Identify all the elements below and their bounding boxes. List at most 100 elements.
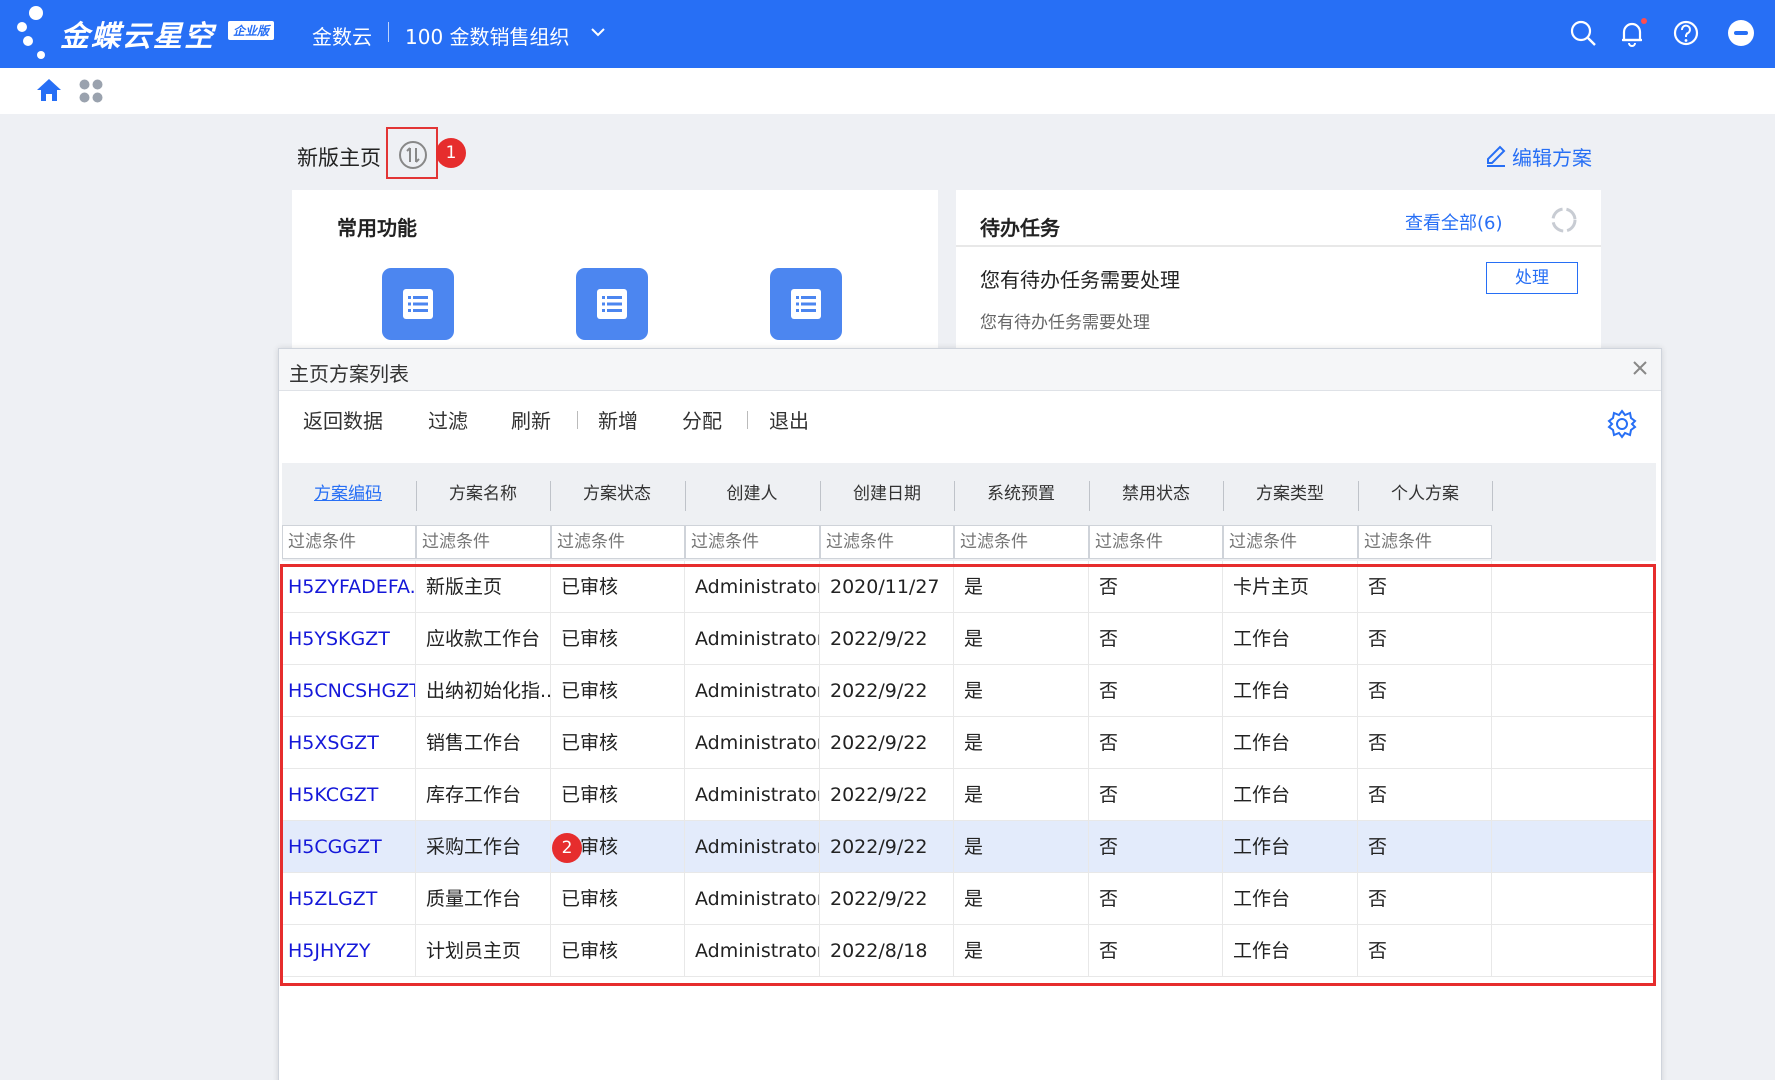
- help-icon[interactable]: [1671, 18, 1701, 48]
- column-header-disabled[interactable]: 禁用状态: [1089, 463, 1223, 523]
- chevron-down-icon[interactable]: [590, 26, 606, 38]
- cell-name[interactable]: 计划员主页: [416, 925, 551, 977]
- cell-code[interactable]: H5KCGZT: [282, 769, 416, 821]
- apps-grid-icon[interactable]: [78, 78, 104, 104]
- cell-type[interactable]: 工作台: [1223, 873, 1358, 925]
- column-header-name[interactable]: 方案名称: [416, 463, 550, 523]
- table-row[interactable]: H5ZYFADEFA... 新版主页 已审核 Administrator 2020/11…: [282, 561, 1656, 613]
- org-name[interactable]: 金数云: [312, 21, 372, 50]
- search-icon[interactable]: [1568, 18, 1598, 48]
- function-shortcut[interactable]: [576, 268, 648, 340]
- cell-personal[interactable]: 否: [1358, 821, 1492, 873]
- cell-preset[interactable]: 是: [954, 613, 1089, 665]
- cell-personal[interactable]: 否: [1358, 613, 1492, 665]
- table-row[interactable]: H5YSKGZT 应收款工作台 已审核 Administrator 2022/9/22 是…: [282, 613, 1656, 665]
- table-row[interactable]: H5KCGZT 库存工作台 已审核 Administrator 2022/9/22 是否工…: [282, 769, 1656, 821]
- cell-name[interactable]: 新版主页: [416, 561, 551, 613]
- cell-code[interactable]: H5YSKGZT: [282, 613, 416, 665]
- filter-input-name[interactable]: [416, 525, 551, 559]
- cell-status[interactable]: 已审核: [551, 717, 685, 769]
- org-unit-selector[interactable]: 100 金数销售组织: [405, 21, 570, 50]
- cell-type[interactable]: 工作台: [1223, 925, 1358, 977]
- cell-disabled[interactable]: 否: [1089, 717, 1223, 769]
- cell-type[interactable]: 卡片主页: [1223, 561, 1358, 613]
- cell-date[interactable]: 2022/9/22: [820, 717, 954, 769]
- filter-input-status[interactable]: [551, 525, 685, 559]
- cell-disabled[interactable]: 否: [1089, 561, 1223, 613]
- cell-date[interactable]: 2022/8/18: [820, 925, 954, 977]
- cell-disabled[interactable]: 否: [1089, 613, 1223, 665]
- column-header-personal[interactable]: 个人方案: [1358, 463, 1492, 523]
- home-icon[interactable]: [35, 77, 63, 103]
- cell-type[interactable]: 工作台: [1223, 769, 1358, 821]
- cell-code[interactable]: H5JHYZY: [282, 925, 416, 977]
- cell-status[interactable]: 已审核: [551, 665, 685, 717]
- cell-code[interactable]: H5ZLGZT: [282, 873, 416, 925]
- cell-status[interactable]: 已审核: [551, 769, 685, 821]
- filter-input-type[interactable]: [1223, 525, 1358, 559]
- cell-date[interactable]: 2022/9/22: [820, 821, 954, 873]
- cell-preset[interactable]: 是: [954, 561, 1089, 613]
- cell-creator[interactable]: Administrator: [685, 665, 820, 717]
- cell-name[interactable]: 质量工作台: [416, 873, 551, 925]
- cell-personal[interactable]: 否: [1358, 665, 1492, 717]
- column-header-status[interactable]: 方案状态: [550, 463, 684, 523]
- column-header-preset[interactable]: 系统预置: [954, 463, 1088, 523]
- cell-status[interactable]: 已审核: [551, 873, 685, 925]
- filter-input-date[interactable]: [820, 525, 954, 559]
- cell-preset[interactable]: 是: [954, 769, 1089, 821]
- bell-icon[interactable]: [1617, 18, 1647, 48]
- table-row[interactable]: H5XSGZT 销售工作台 已审核 Administrator 2022/9/22 是否工…: [282, 717, 1656, 769]
- cell-creator[interactable]: Administrator: [685, 717, 820, 769]
- cell-personal[interactable]: 否: [1358, 717, 1492, 769]
- cell-disabled[interactable]: 否: [1089, 665, 1223, 717]
- cell-date[interactable]: 2022/9/22: [820, 613, 954, 665]
- assign-button[interactable]: 分配: [682, 405, 722, 434]
- cell-preset[interactable]: 是: [954, 873, 1089, 925]
- refresh-button[interactable]: 刷新: [511, 405, 551, 434]
- cell-type[interactable]: 工作台: [1223, 665, 1358, 717]
- cell-creator[interactable]: Administrator: [685, 613, 820, 665]
- filter-button[interactable]: 过滤: [428, 405, 468, 434]
- table-row[interactable]: H5ZLGZT 质量工作台 已审核 Administrator 2022/9/22 是否工…: [282, 873, 1656, 925]
- switch-scheme-button[interactable]: [386, 127, 438, 179]
- table-row[interactable]: H5JHYZY 计划员主页 已审核 Administrator 2022/8/18 是否工…: [282, 925, 1656, 977]
- gear-icon[interactable]: [1607, 409, 1637, 439]
- cell-type[interactable]: 工作台: [1223, 717, 1358, 769]
- cell-status[interactable]: 已审核: [551, 613, 685, 665]
- cell-type[interactable]: 工作台: [1223, 613, 1358, 665]
- cell-personal[interactable]: 否: [1358, 873, 1492, 925]
- edit-icon[interactable]: [1484, 143, 1508, 167]
- cell-creator[interactable]: Administrator: [685, 925, 820, 977]
- cell-creator[interactable]: Administrator: [685, 561, 820, 613]
- return-data-button[interactable]: 返回数据: [303, 405, 383, 434]
- cell-status[interactable]: 已审核: [551, 561, 685, 613]
- column-header-date[interactable]: 创建日期: [820, 463, 954, 523]
- cell-creator[interactable]: Administrator: [685, 873, 820, 925]
- cell-code[interactable]: H5XSGZT: [282, 717, 416, 769]
- function-shortcut[interactable]: [382, 268, 454, 340]
- cell-personal[interactable]: 否: [1358, 769, 1492, 821]
- cell-disabled[interactable]: 否: [1089, 873, 1223, 925]
- cell-disabled[interactable]: 否: [1089, 925, 1223, 977]
- cell-preset[interactable]: 是: [954, 925, 1089, 977]
- cell-preset[interactable]: 是: [954, 717, 1089, 769]
- view-all-link[interactable]: 查看全部(6): [1405, 209, 1503, 235]
- cell-name[interactable]: 采购工作台: [416, 821, 551, 873]
- cell-date[interactable]: 2022/9/22: [820, 769, 954, 821]
- cell-personal[interactable]: 否: [1358, 925, 1492, 977]
- cell-date[interactable]: 2022/9/22: [820, 873, 954, 925]
- filter-input-personal[interactable]: [1358, 525, 1492, 559]
- cell-code[interactable]: H5CGGZT: [282, 821, 416, 873]
- table-row[interactable]: H5CNCSHGZT 出纳初始化指... 已审核 Administrator 2022/…: [282, 665, 1656, 717]
- cell-name[interactable]: 销售工作台: [416, 717, 551, 769]
- cell-name[interactable]: 库存工作台: [416, 769, 551, 821]
- column-header-type[interactable]: 方案类型: [1223, 463, 1357, 523]
- cell-type[interactable]: 工作台: [1223, 821, 1358, 873]
- cell-disabled[interactable]: 否: [1089, 821, 1223, 873]
- cell-preset[interactable]: 是: [954, 821, 1089, 873]
- cell-personal[interactable]: 否: [1358, 561, 1492, 613]
- handle-button[interactable]: 处理: [1486, 262, 1578, 294]
- add-button[interactable]: 新增: [598, 405, 638, 434]
- cell-date[interactable]: 2022/9/22: [820, 665, 954, 717]
